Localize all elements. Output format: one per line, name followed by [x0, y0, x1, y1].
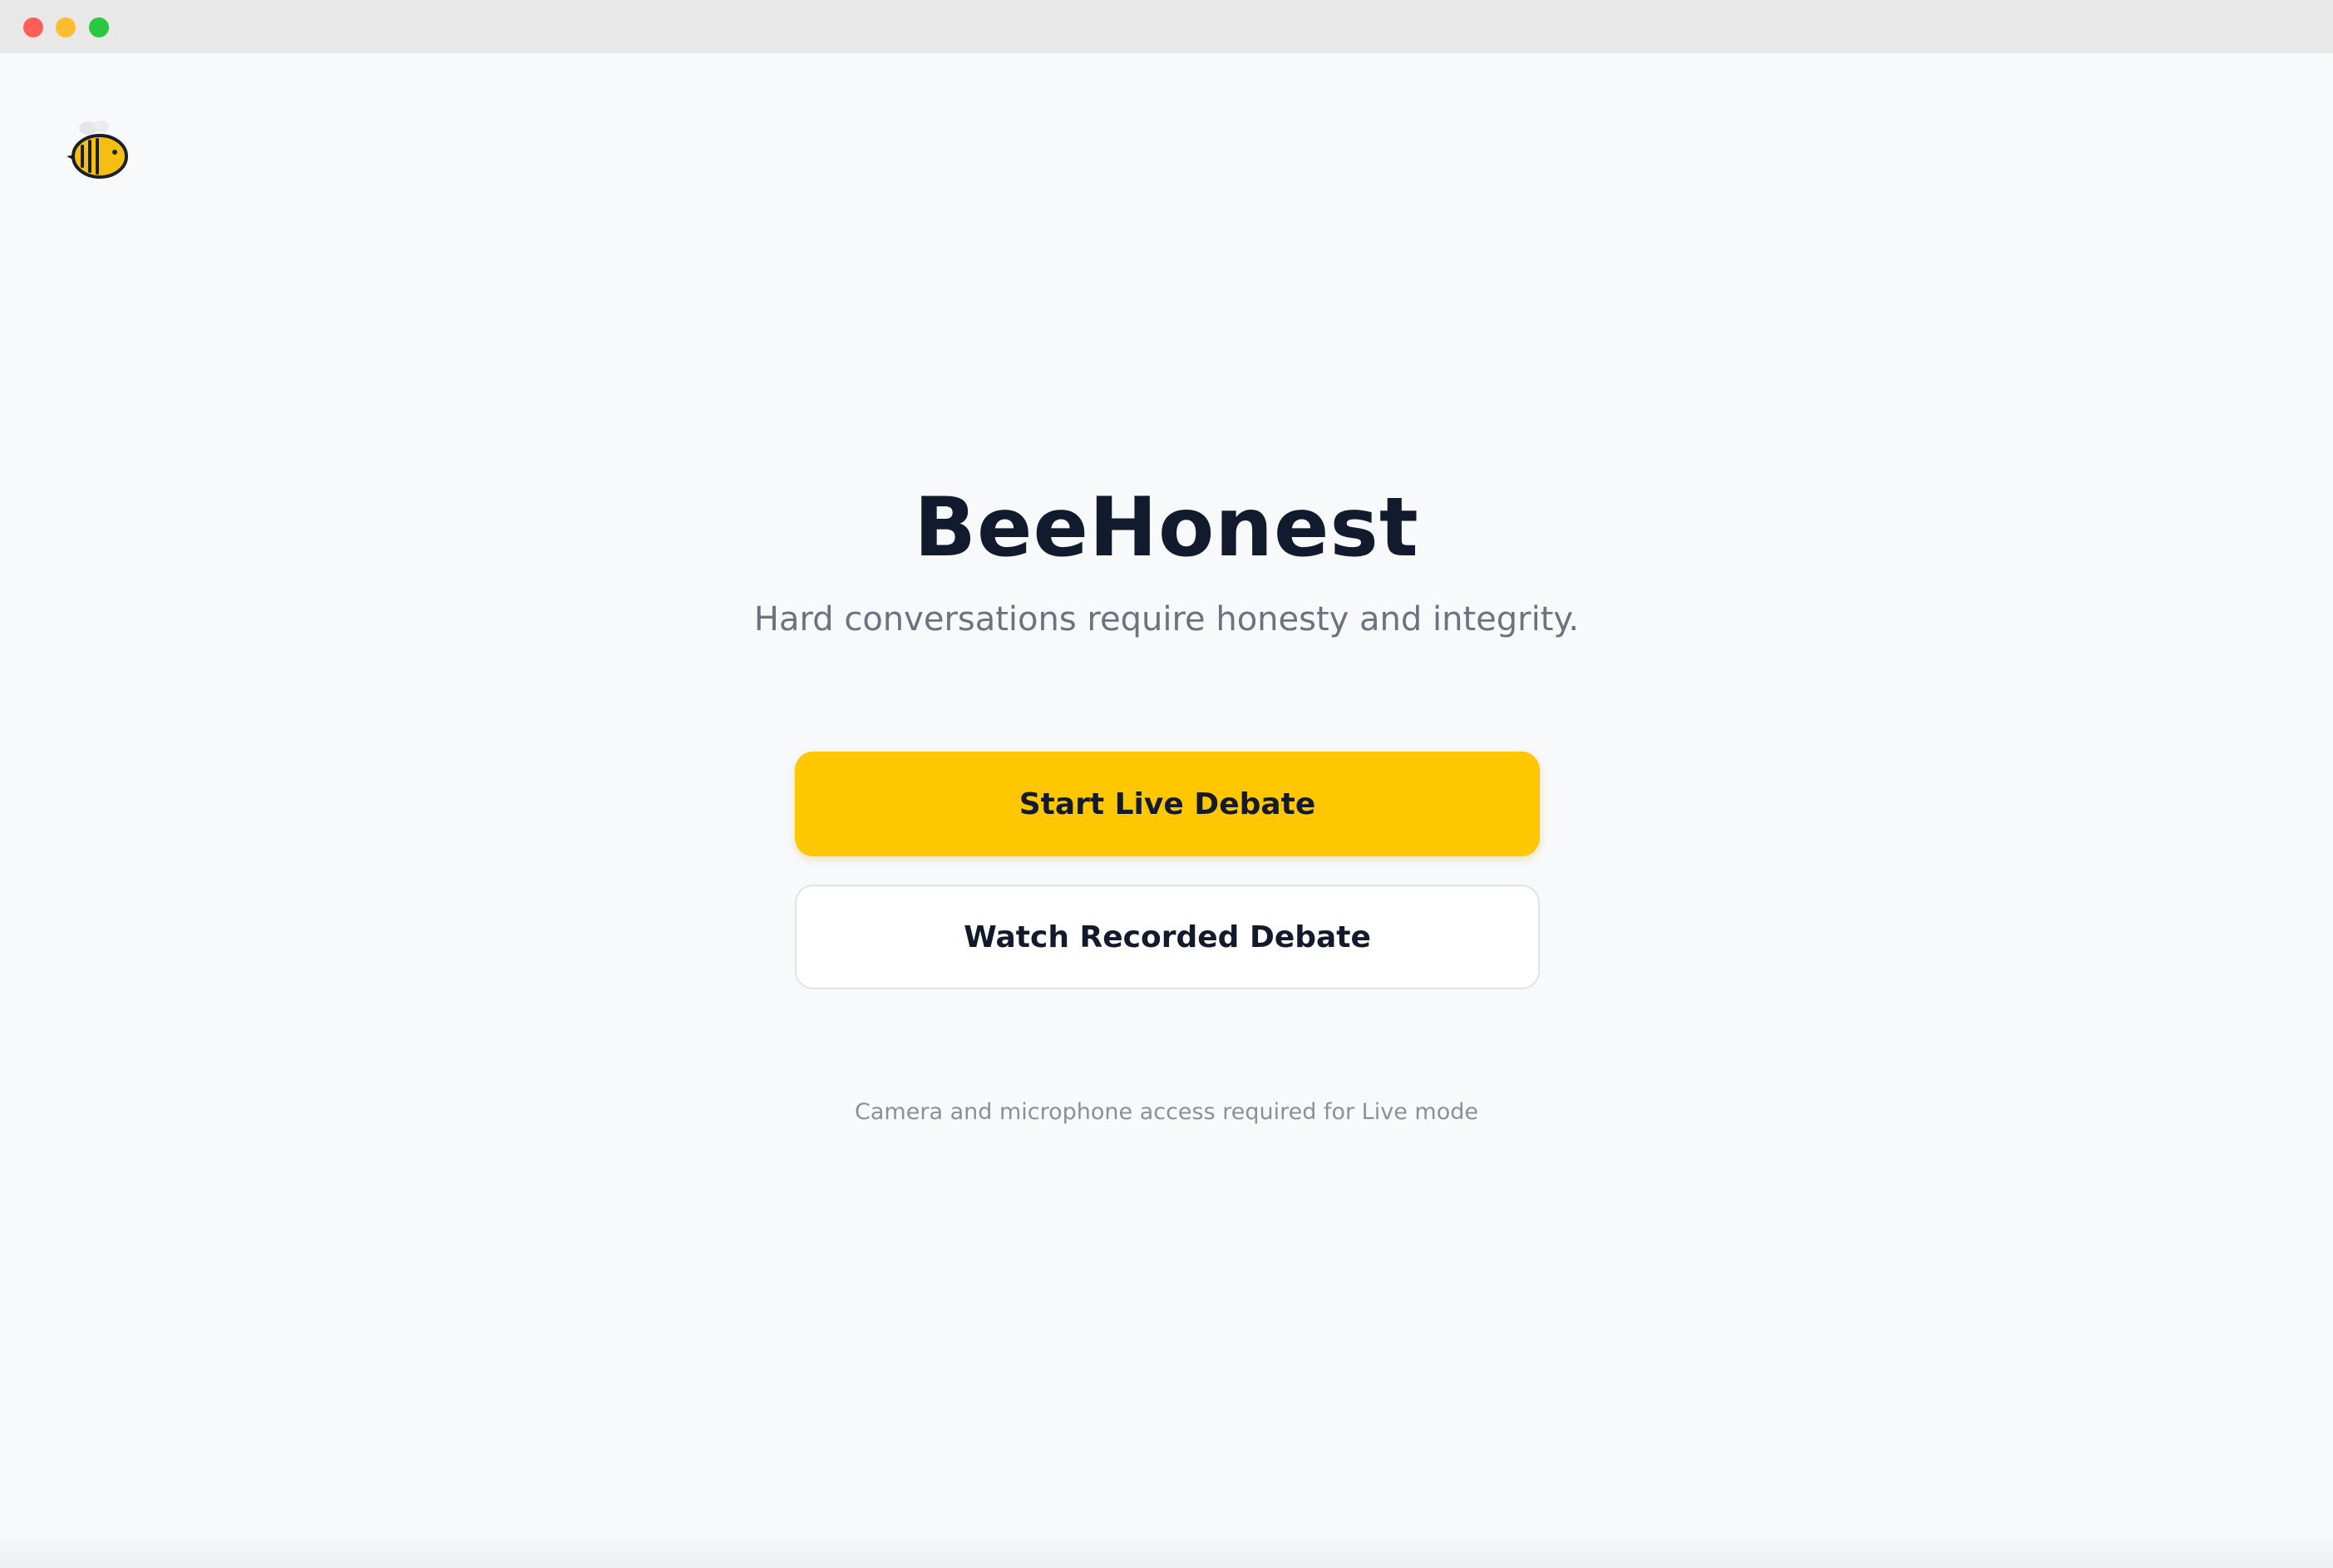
window-minimize-button[interactable]: [56, 17, 76, 37]
window-zoom-button[interactable]: [89, 17, 109, 37]
permissions-note: Camera and microphone access required fo…: [855, 1099, 1478, 1125]
window-titlebar[interactable]: [0, 0, 2333, 53]
app-subtitle: Hard conversations require honesty and i…: [753, 600, 1580, 639]
start-live-debate-button[interactable]: Start Live Debate: [795, 752, 1540, 856]
app-title: BeeHonest: [914, 481, 1419, 575]
app-window: BeeHonest Hard conversations require hon…: [0, 0, 2333, 1568]
bee-icon: [63, 116, 133, 186]
watch-recorded-debate-button[interactable]: Watch Recorded Debate: [795, 885, 1540, 989]
bottom-edge-shade: [0, 1535, 2333, 1568]
window-close-button[interactable]: [23, 17, 43, 37]
